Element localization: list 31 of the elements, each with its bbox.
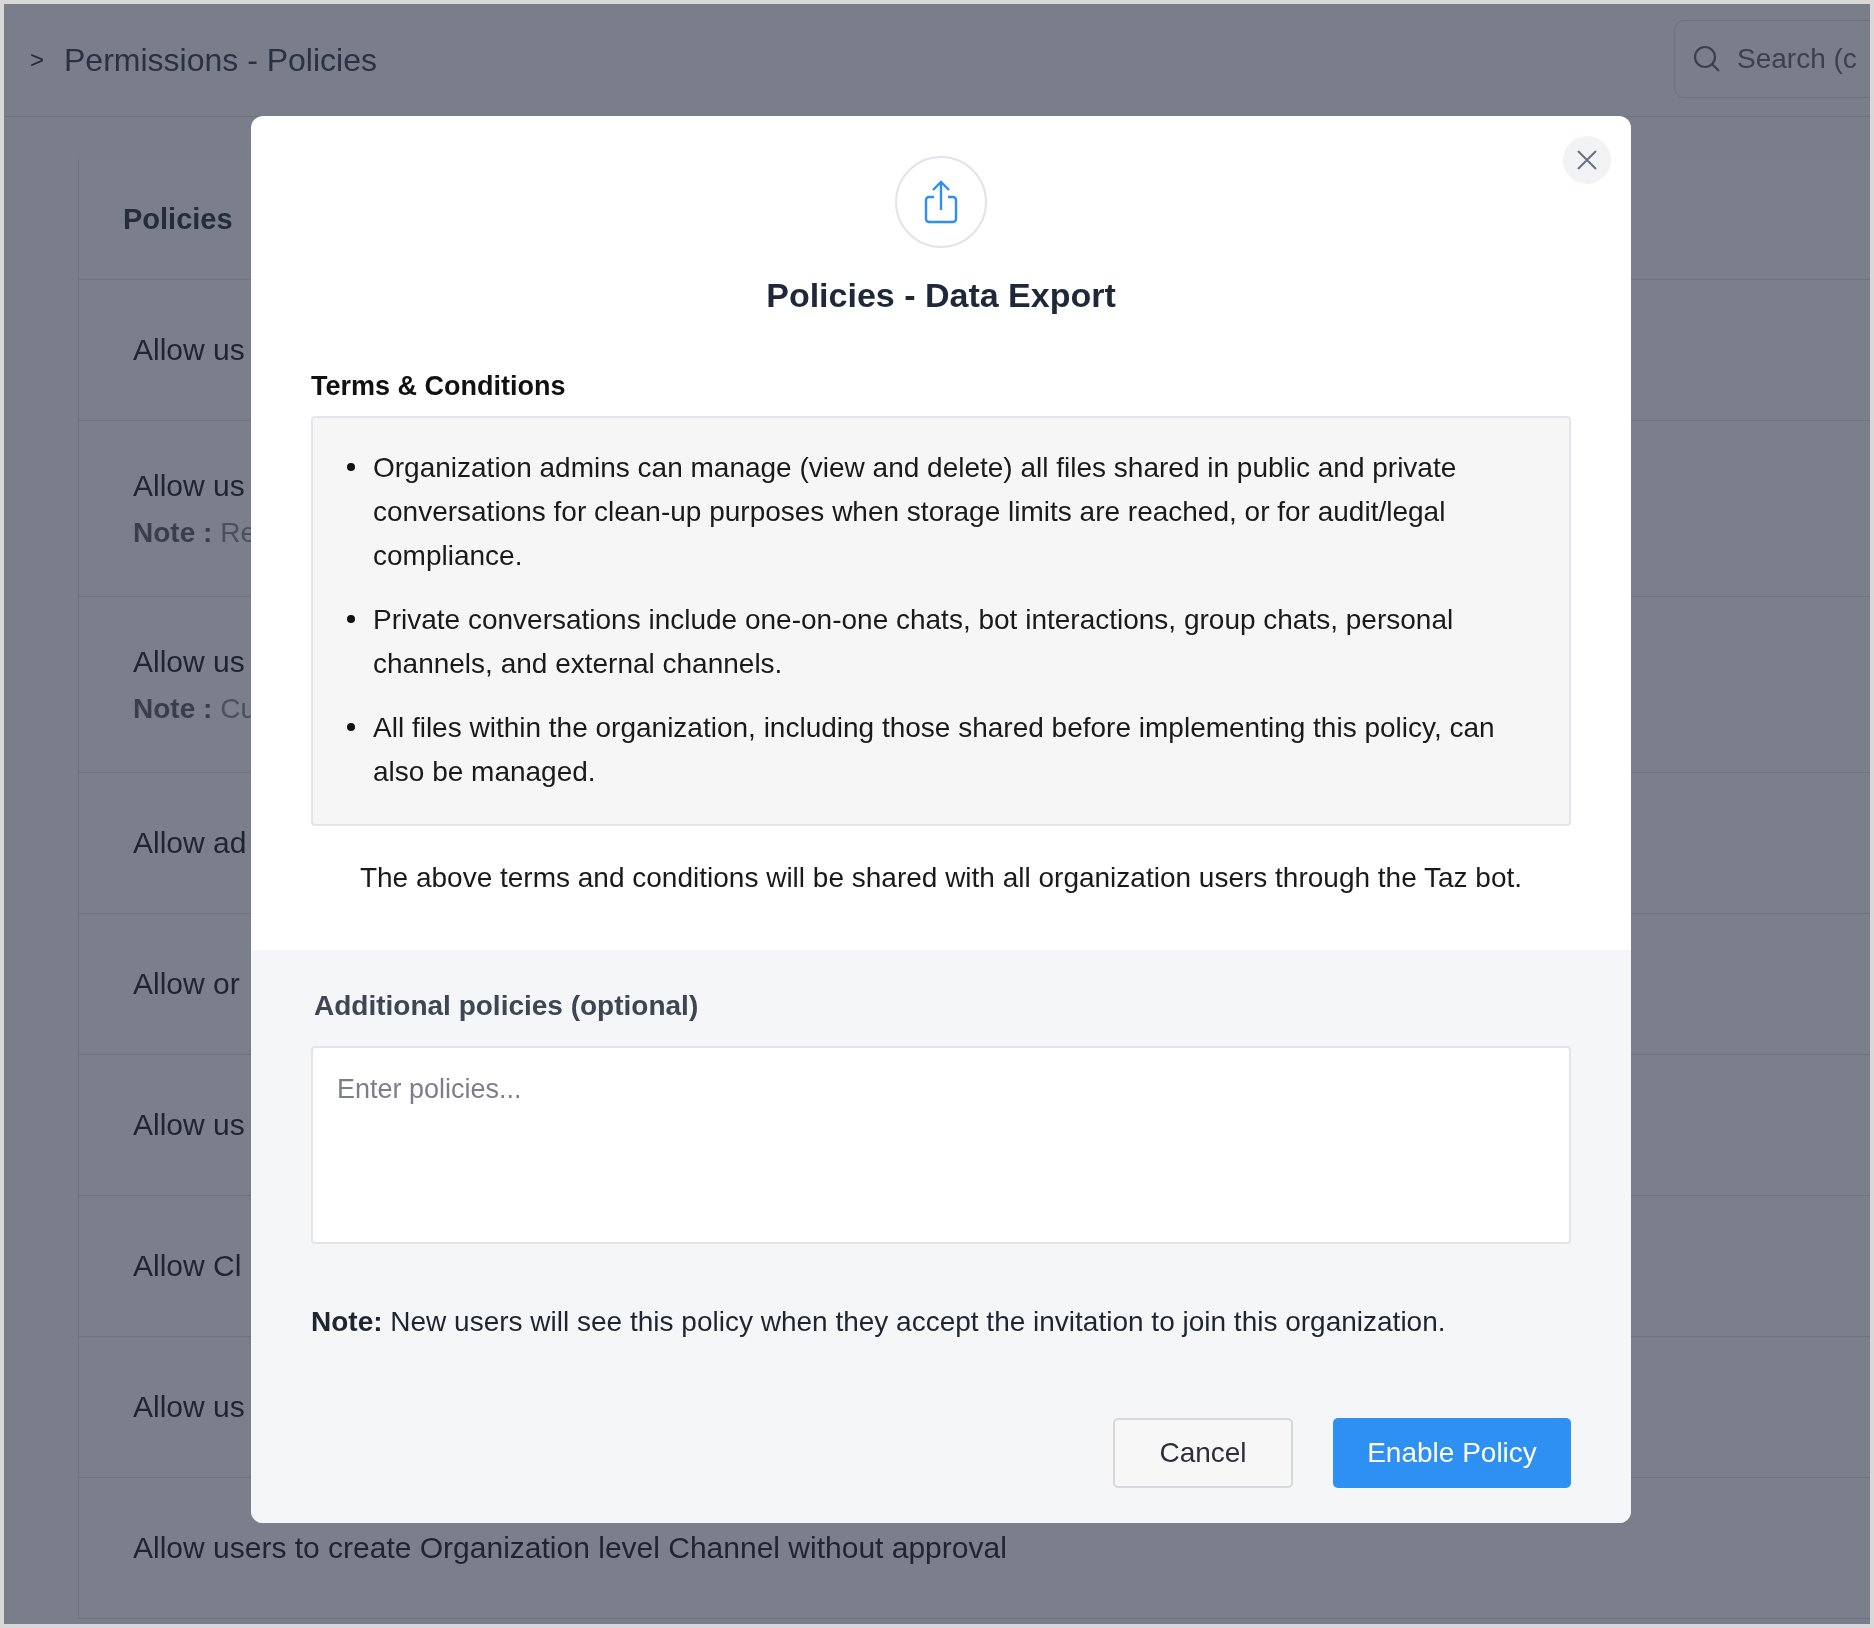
close-button[interactable] xyxy=(1563,136,1611,184)
bullet-icon xyxy=(347,615,355,623)
search-field[interactable]: Search (c xyxy=(1674,20,1870,98)
note-text: Note: New users will see this policy when they accept the invitation to join this organization. xyxy=(311,1306,1447,1338)
note-label: Note : xyxy=(133,516,213,549)
policy-name: Allow us xyxy=(133,1108,245,1142)
panel-heading: Policies xyxy=(123,202,233,236)
policy-name: Allow or xyxy=(133,967,240,1001)
policy-name: Allow Cl xyxy=(133,1249,242,1283)
bullet-icon xyxy=(347,463,355,471)
policy-name: Allow us xyxy=(133,468,245,503)
shared-notice: The above terms and conditions will be shared with all organization users through the Taz bot. xyxy=(359,862,1523,894)
page-title: Permissions - Policies xyxy=(64,41,377,79)
term-text: All files within the organization, including those shared before implementing this policy, can also be managed. xyxy=(373,711,1496,789)
field-label: Additional policies (optional) xyxy=(314,990,700,1022)
policy-name: Allow us xyxy=(133,1390,245,1424)
policies-input[interactable]: Enter policies... xyxy=(311,1046,1571,1244)
breadcrumb-separator: > xyxy=(30,46,44,74)
note-label: Note : xyxy=(133,692,213,725)
dialog-title: Policies - Data Export xyxy=(766,276,1116,315)
bullet-icon xyxy=(347,723,355,731)
terms-heading: Terms & Conditions xyxy=(311,371,567,402)
search-icon xyxy=(1692,44,1722,74)
term-text: Private conversations include one-on-one chats, bot interactions, group chats, personal channels, and external channels. xyxy=(373,603,1455,681)
policy-name: Allow ad xyxy=(133,826,247,860)
term-text: Organization admins can manage (view and delete) all files shared in public and private conversations for clean-up purposes when storage limits are reached, or for audit/legal compliance. xyxy=(373,451,1458,573)
cancel-button[interactable]: Cancel xyxy=(1113,1418,1293,1488)
policy-name: Allow us xyxy=(133,333,245,367)
policy-name: Allow users to create Organization level Channel without approval xyxy=(133,1531,1007,1565)
close-icon xyxy=(1575,148,1599,172)
policy-name: Allow us xyxy=(133,644,245,679)
